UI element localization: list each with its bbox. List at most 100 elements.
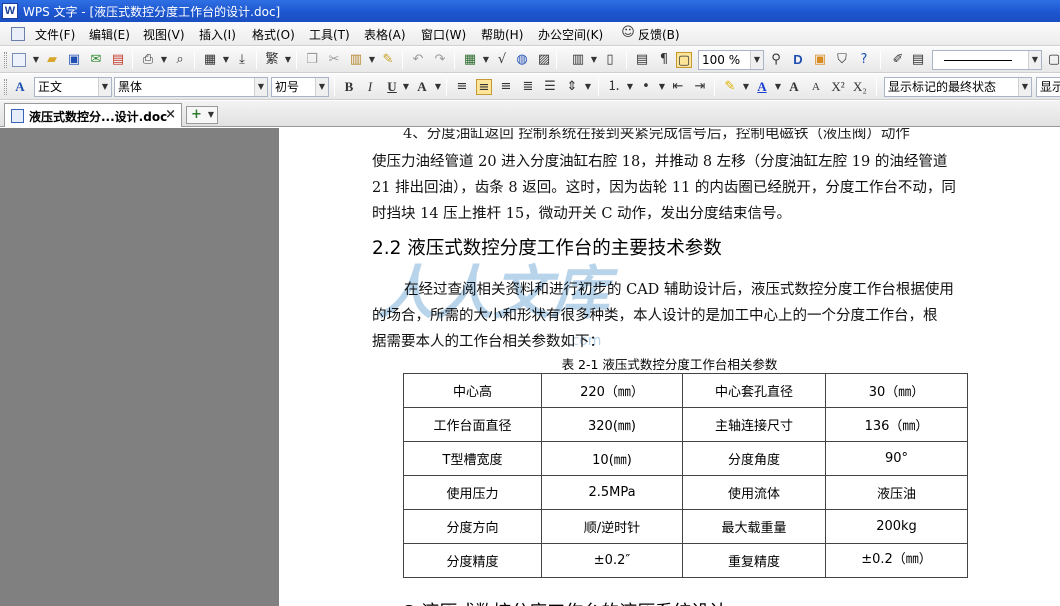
menu-office-space[interactable]: 办公空间(K) <box>538 26 603 43</box>
simplified-traditional-icon[interactable]: 繁 <box>264 52 280 68</box>
table-cell[interactable]: 中心高 <box>403 373 542 408</box>
print-layout-icon[interactable]: ▢ <box>676 52 692 68</box>
paste-icon[interactable]: ▥ <box>348 52 364 68</box>
table-cell[interactable]: 最大载重量 <box>682 509 826 544</box>
review-icon[interactable]: ▤ <box>910 52 926 68</box>
align-left-icon[interactable]: ≡ <box>454 79 470 95</box>
menu-tools[interactable]: 工具(T) <box>309 26 350 43</box>
email-icon[interactable]: ✉ <box>88 52 104 68</box>
chevron-down-icon[interactable]: ▼ <box>315 78 328 96</box>
menu-window[interactable]: 窗口(W) <box>421 26 466 43</box>
table-cell[interactable]: 30（㎜） <box>825 373 968 408</box>
table-cell[interactable]: 分度精度 <box>403 543 542 578</box>
menu-table[interactable]: 表格(A) <box>364 26 406 43</box>
template-icon[interactable]: ▣ <box>812 52 828 68</box>
table-cell[interactable]: 136（㎜） <box>825 407 968 442</box>
decrease-indent-icon[interactable]: ⇤ <box>670 79 686 95</box>
toolbar-grip[interactable] <box>4 79 7 95</box>
copy-icon[interactable]: ❐ <box>304 52 320 68</box>
chevron-down-icon[interactable]: ▼ <box>738 79 754 95</box>
subscript-icon[interactable]: X₂ <box>852 79 868 95</box>
distributed-align-icon[interactable]: ☰ <box>542 79 558 95</box>
table-cell[interactable]: 220（㎜） <box>541 373 683 408</box>
show-hide-icon[interactable]: ¶ <box>656 52 672 68</box>
align-center-icon[interactable]: ≡ <box>476 79 492 95</box>
chevron-down-icon[interactable]: ▼ <box>254 78 267 96</box>
bulleted-list-icon[interactable]: • <box>638 79 654 95</box>
chevron-down-icon[interactable]: ▼ <box>750 51 763 69</box>
shrink-font-icon[interactable]: A <box>808 79 824 95</box>
chevron-down-icon[interactable]: ▼ <box>1018 78 1031 96</box>
insert-picture-icon[interactable]: ▨ <box>536 52 552 68</box>
table-cell[interactable]: 320(㎜) <box>541 407 683 442</box>
dictionary-icon[interactable]: D <box>790 52 806 68</box>
table-cell[interactable]: 工作台面直径 <box>403 407 542 442</box>
menu-file[interactable]: 文件(F) <box>35 26 75 43</box>
highlight-icon[interactable]: ✎ <box>722 79 738 95</box>
menu-edit[interactable]: 编辑(E) <box>89 26 130 43</box>
grow-font-icon[interactable]: A <box>786 79 802 95</box>
table-cell[interactable]: 分度角度 <box>682 441 826 476</box>
line-spacing-icon[interactable]: ⇕ <box>564 79 580 95</box>
align-right-icon[interactable]: ≡ <box>498 79 514 95</box>
table-cell[interactable]: 200kg <box>825 509 968 544</box>
save-icon[interactable]: ▣ <box>66 52 82 68</box>
edit-icon[interactable]: ✐ <box>890 52 906 68</box>
chevron-down-icon[interactable]: ▼ <box>98 78 111 96</box>
chevron-down-icon[interactable]: ▼ <box>580 79 596 95</box>
skin-icon[interactable]: ⛉ <box>834 52 850 68</box>
new-document-icon[interactable] <box>12 53 26 67</box>
style-select[interactable]: 正文 ▼ <box>34 77 112 97</box>
font-effects-icon[interactable]: A <box>414 79 430 95</box>
insert-table-icon[interactable]: ▦ <box>462 52 478 68</box>
table-cell[interactable]: ±0.2″ <box>541 543 683 578</box>
hyperlink-icon[interactable]: ◍ <box>514 52 530 68</box>
formula-icon[interactable]: √ <box>494 52 510 68</box>
drawing-icon[interactable]: ▯ <box>602 52 618 68</box>
toolbar-grip[interactable] <box>4 52 7 68</box>
redo-icon[interactable]: ↷ <box>432 52 448 68</box>
document-map-icon[interactable]: ▤ <box>634 52 650 68</box>
columns-icon[interactable]: ▥ <box>570 52 586 68</box>
page-break-icon[interactable]: ⤓ <box>234 52 250 68</box>
new-tab-button[interactable]: + ▼ <box>186 106 218 124</box>
superscript-icon[interactable]: X² <box>830 79 846 95</box>
table-cell[interactable]: 分度方向 <box>403 509 542 544</box>
menu-feedback[interactable]: 反馈(B) <box>638 26 680 43</box>
chevron-down-icon[interactable]: ▼ <box>1028 51 1041 69</box>
help-icon[interactable]: ? <box>856 52 872 68</box>
menu-help[interactable]: 帮助(H) <box>481 26 523 43</box>
border-style-select[interactable]: ▼ <box>932 50 1042 70</box>
chevron-down-icon[interactable]: ▼ <box>398 79 414 95</box>
menu-format[interactable]: 格式(O) <box>252 26 295 43</box>
italic-icon[interactable]: I <box>362 79 378 95</box>
chevron-down-icon[interactable]: ▼ <box>208 107 214 123</box>
chevron-down-icon[interactable]: ▼ <box>364 52 380 68</box>
undo-icon[interactable]: ↶ <box>410 52 426 68</box>
table-cell[interactable]: 重复精度 <box>682 543 826 578</box>
document-page[interactable]: 4、分度油缸返回 控制系统在接到夹紧完成信号后，控制电磁铁（液压阀）动作 使压力… <box>279 128 1060 606</box>
chevron-down-icon[interactable]: ▼ <box>28 52 44 68</box>
document-menu-icon[interactable] <box>11 27 25 41</box>
print-icon[interactable]: ⎙ <box>140 52 156 68</box>
insert-page-icon[interactable]: ▦ <box>202 52 218 68</box>
markup-display-select[interactable]: 显示标记的最终状态 ▼ <box>884 77 1032 97</box>
chevron-down-icon[interactable]: ▼ <box>770 79 786 95</box>
document-workspace[interactable]: 4、分度油缸返回 控制系统在接到夹紧完成信号后，控制电磁铁（液压阀）动作 使压力… <box>0 128 1060 606</box>
bold-icon[interactable]: B <box>341 79 357 95</box>
table-cell[interactable]: 2.5MPa <box>541 475 683 510</box>
chevron-down-icon[interactable]: ▼ <box>430 79 446 95</box>
chevron-down-icon[interactable]: ▼ <box>586 52 602 68</box>
increase-indent-icon[interactable]: ⇥ <box>692 79 708 95</box>
zoom-select[interactable]: 100 % ▼ <box>698 50 764 70</box>
chevron-down-icon[interactable]: ▼ <box>218 52 234 68</box>
format-painter-icon[interactable]: ✎ <box>380 52 396 68</box>
chevron-down-icon[interactable]: ▼ <box>622 79 638 95</box>
chevron-down-icon[interactable]: ▼ <box>654 79 670 95</box>
styles-icon[interactable]: A <box>12 79 28 95</box>
table-cell[interactable]: 使用压力 <box>403 475 542 510</box>
border-icon[interactable]: ▢ <box>1046 52 1060 68</box>
table-cell[interactable]: T型槽宽度 <box>403 441 542 476</box>
show-markup-select[interactable]: 显示 <box>1036 77 1060 97</box>
font-select[interactable]: 黑体 ▼ <box>114 77 268 97</box>
